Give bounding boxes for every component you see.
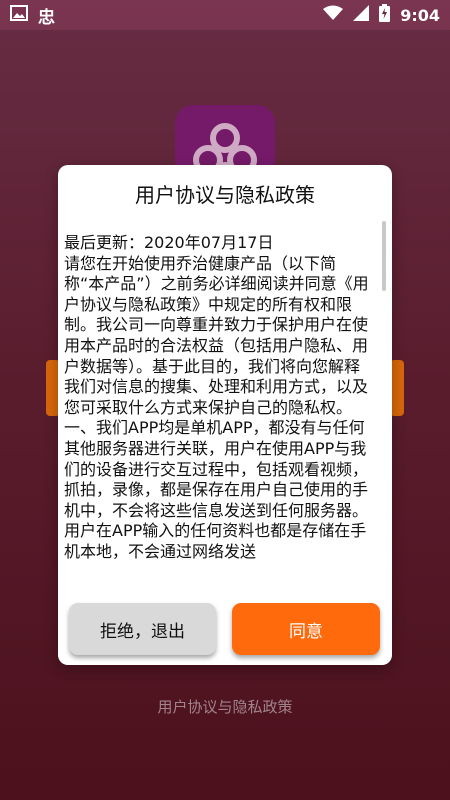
image-icon (10, 5, 28, 25)
status-bar: 忠 9:04 (0, 0, 450, 30)
scrollbar-thumb[interactable] (382, 221, 386, 291)
carrier-glyph: 忠 (38, 7, 55, 28)
battery-icon (379, 4, 391, 26)
reject-exit-button[interactable]: 拒绝，退出 (69, 603, 216, 655)
privacy-dialog: 用户协议与隐私政策 最后更新：2020年07月17日 请您在开始使用乔治健康产品… (58, 165, 392, 665)
dialog-title: 用户协议与隐私政策 (135, 183, 315, 207)
wifi-icon (323, 5, 344, 25)
agree-button[interactable]: 同意 (232, 603, 380, 655)
clock: 9:04 (400, 5, 440, 25)
agreement-paragraph: 一、我们APP均是单机APP，都没有与任何其他服务器进行关联，用户在使用APP与… (64, 418, 369, 561)
agreement-paragraph: 请您在开始使用乔治健康产品（以下简称“本产品”）之前务必详细阅读并同意《用户协议… (64, 253, 369, 417)
signal-icon (353, 5, 370, 25)
agreement-scroll-area[interactable]: 最后更新：2020年07月17日 请您在开始使用乔治健康产品（以下简称“本产品”… (64, 233, 382, 647)
agreement-text: 最后更新：2020年07月17日 请您在开始使用乔治健康产品（以下简称“本产品”… (64, 233, 374, 563)
agreement-paragraph: 最后更新：2020年07月17日 (64, 233, 274, 252)
